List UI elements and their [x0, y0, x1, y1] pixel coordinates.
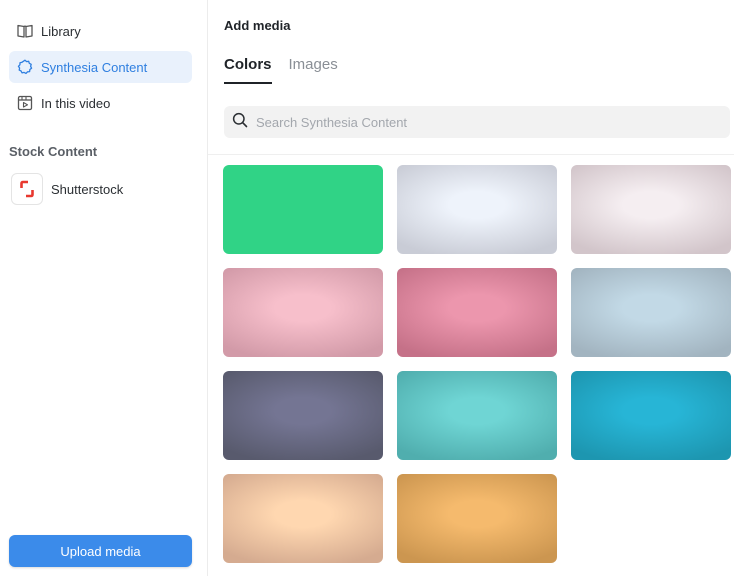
sidebar: Library Synthesia Content In this video … [0, 0, 208, 576]
shutterstock-logo-icon [11, 173, 43, 205]
color-swatch-light-pink[interactable] [571, 165, 731, 254]
color-swatch-pink[interactable] [223, 268, 383, 357]
gear-badge-icon [16, 58, 34, 76]
tab-colors[interactable]: Colors [224, 56, 272, 84]
media-tabs: Colors Images [224, 56, 355, 84]
sidebar-item-label: Library [41, 23, 81, 39]
color-swatch-peach[interactable] [223, 474, 383, 563]
color-swatch-steel-blue[interactable] [571, 268, 731, 357]
stock-item-shutterstock[interactable]: Shutterstock [11, 173, 192, 205]
color-swatch-slate[interactable] [223, 371, 383, 460]
sidebar-item-synthesia-content[interactable]: Synthesia Content [9, 51, 192, 83]
color-swatch-grid [223, 165, 731, 563]
color-swatch-light-blue[interactable] [397, 165, 557, 254]
divider [208, 154, 734, 155]
stock-item-label: Shutterstock [51, 181, 124, 197]
sidebar-item-in-this-video[interactable]: In this video [9, 87, 192, 119]
page-title: Add media [224, 18, 291, 33]
color-swatch-rose[interactable] [397, 268, 557, 357]
book-icon [16, 22, 34, 40]
search-input[interactable] [256, 114, 696, 130]
color-swatch-cyan[interactable] [571, 371, 731, 460]
tab-images[interactable]: Images [289, 56, 338, 84]
sidebar-item-library[interactable]: Library [9, 15, 192, 47]
main-panel: Add media Colors Images [208, 0, 734, 576]
sidebar-item-label: In this video [41, 95, 111, 111]
upload-media-button[interactable]: Upload media [9, 535, 192, 567]
search-icon [232, 112, 248, 133]
color-swatch-orange[interactable] [397, 474, 557, 563]
stock-content-heading: Stock Content [9, 144, 98, 159]
sidebar-item-label: Synthesia Content [41, 59, 148, 75]
video-frame-icon [16, 94, 34, 112]
color-swatch-teal[interactable] [397, 371, 557, 460]
color-swatch-green[interactable] [223, 165, 383, 254]
search-bar [224, 106, 730, 138]
